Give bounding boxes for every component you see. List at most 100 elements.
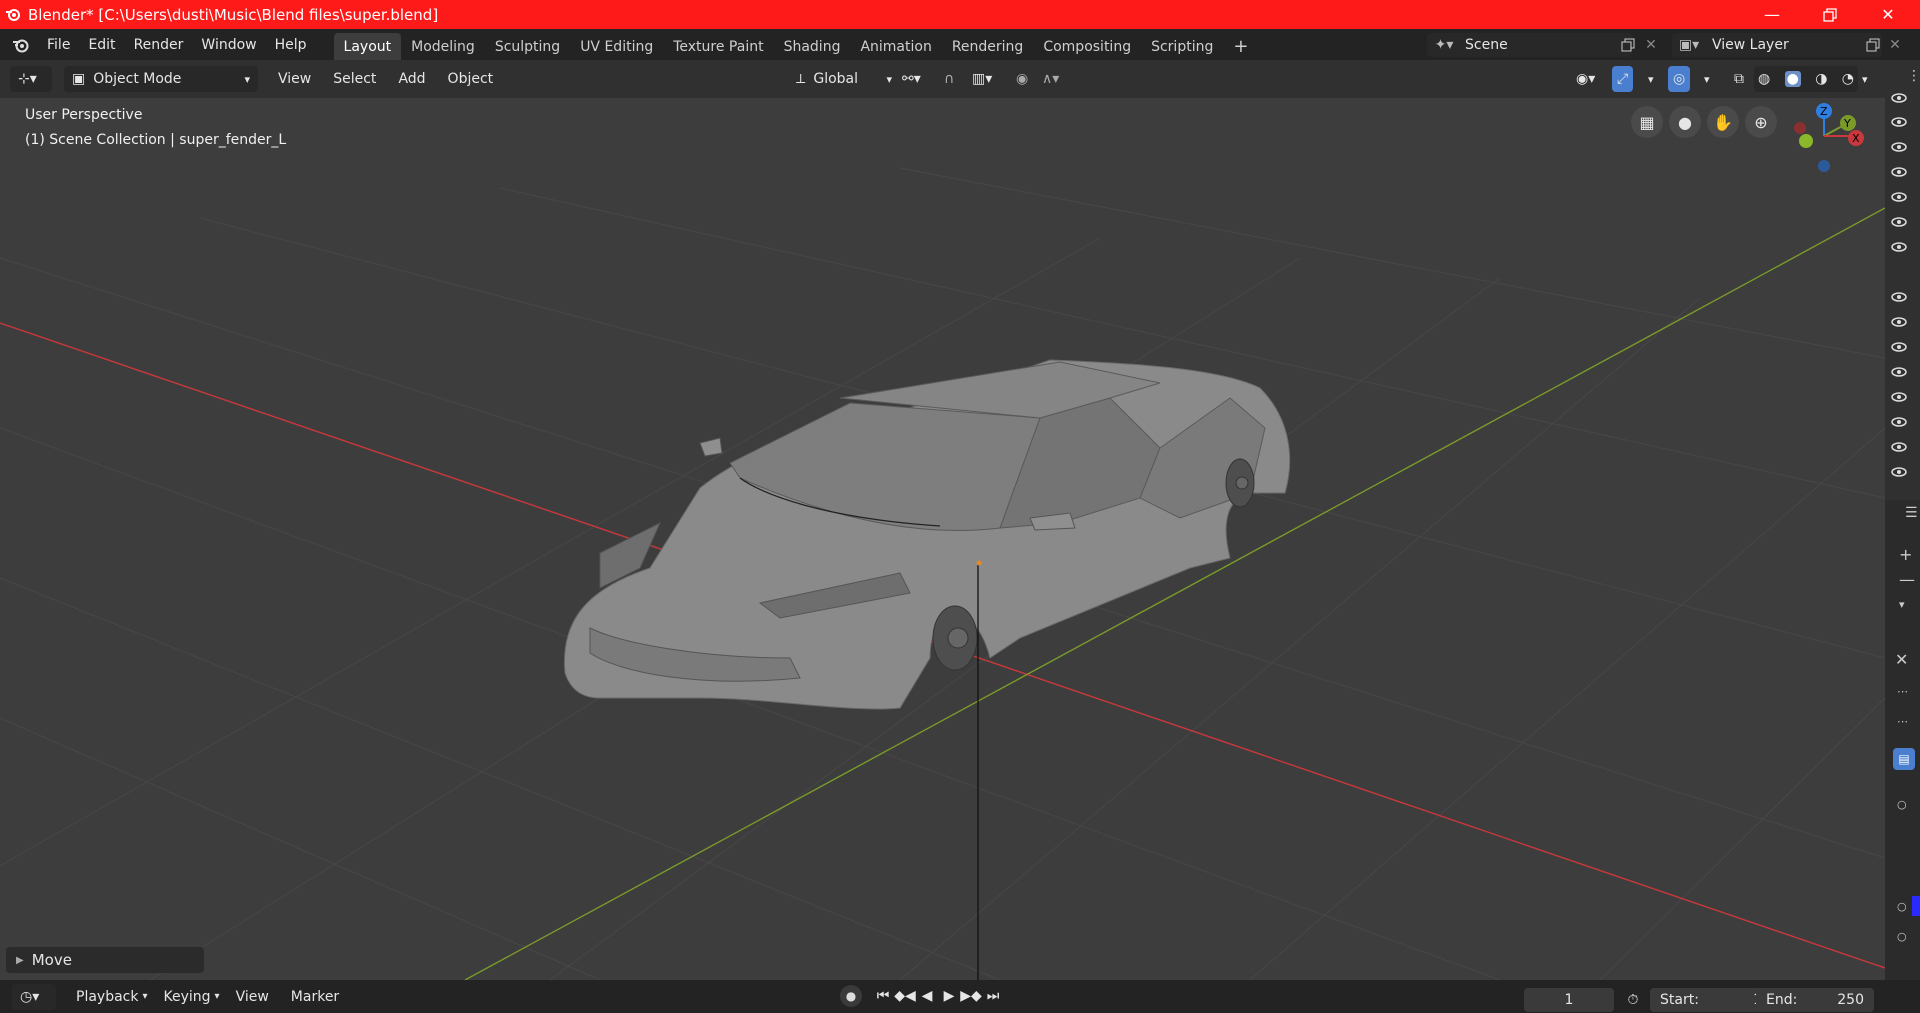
- shading-dropdown[interactable]: ▾: [1854, 66, 1876, 92]
- minus-icon[interactable]: —: [1899, 570, 1915, 589]
- visibility-toggle-eye-icon[interactable]: [1890, 191, 1908, 203]
- tab-scripting[interactable]: Scripting: [1141, 33, 1223, 60]
- wireframe-shading-icon[interactable]: ◍: [1758, 71, 1770, 87]
- pivot-point-button[interactable]: ⚯▾: [894, 66, 929, 92]
- visibility-selector[interactable]: ◉▾: [1568, 66, 1603, 92]
- menu-playback[interactable]: Playback ▾: [68, 984, 156, 1010]
- close-icon[interactable]: ✕: [1895, 650, 1908, 669]
- tab-sculpting[interactable]: Sculpting: [485, 33, 570, 60]
- visibility-toggle-eye-icon[interactable]: [1890, 416, 1908, 428]
- pan-view-button[interactable]: ✋: [1707, 106, 1739, 138]
- menu-timeline-view[interactable]: View: [228, 984, 277, 1010]
- menu-keying[interactable]: Keying ▾: [156, 984, 228, 1010]
- visibility-toggle-eye-icon[interactable]: [1890, 166, 1908, 178]
- visibility-toggle-eye-icon[interactable]: [1890, 92, 1908, 104]
- editor-type-button[interactable]: ⊹▾: [10, 66, 52, 92]
- close-window-button[interactable]: ✕: [1859, 0, 1917, 29]
- xray-toggle[interactable]: ⧉: [1726, 66, 1752, 92]
- scene-selector[interactable]: ✦▾ Scene: [1427, 33, 1632, 57]
- properties-editor-icon[interactable]: ☰: [1905, 505, 1918, 521]
- material-shading-icon[interactable]: ◑: [1815, 71, 1827, 87]
- radio-icon[interactable]: ○: [1897, 930, 1907, 943]
- menu-render[interactable]: Render: [125, 29, 193, 60]
- rendered-shading-icon[interactable]: ◔: [1842, 71, 1854, 87]
- delete-view-layer-button[interactable]: ✕: [1886, 33, 1904, 57]
- output-properties-icon[interactable]: ⋯: [1897, 715, 1908, 728]
- visibility-toggle-eye-icon[interactable]: [1890, 341, 1908, 353]
- radio-icon[interactable]: ○: [1897, 798, 1907, 811]
- visibility-toggle-eye-icon[interactable]: [1890, 141, 1908, 153]
- minimize-button[interactable]: —: [1743, 0, 1801, 29]
- render-properties-icon[interactable]: ⋯: [1897, 685, 1908, 698]
- menu-help[interactable]: Help: [266, 29, 316, 60]
- scene-name-field[interactable]: Scene: [1461, 37, 1508, 53]
- next-keyframe-button[interactable]: ▶◆: [960, 985, 982, 1007]
- jump-end-button[interactable]: ⏭: [982, 985, 1004, 1007]
- gizmo-toggle[interactable]: ⤢: [1612, 66, 1634, 92]
- tab-shading[interactable]: Shading: [774, 33, 851, 60]
- outliner-editor-icon[interactable]: ⋮: [1907, 68, 1920, 84]
- car-model[interactable]: [563, 359, 1291, 980]
- delete-scene-button[interactable]: ✕: [1642, 33, 1660, 57]
- menu-file[interactable]: File: [38, 29, 79, 60]
- visibility-toggle-eye-icon[interactable]: [1890, 466, 1908, 478]
- tab-texture-paint[interactable]: Texture Paint: [663, 33, 773, 60]
- overlays-toggle[interactable]: ◎: [1668, 66, 1691, 92]
- tab-uv-editing[interactable]: UV Editing: [570, 33, 663, 60]
- timeline-editor-type-button[interactable]: ◷▾: [12, 983, 56, 1010]
- visibility-toggle-eye-icon[interactable]: [1890, 116, 1908, 128]
- menu-view[interactable]: View: [270, 66, 319, 92]
- tab-compositing[interactable]: Compositing: [1033, 33, 1141, 60]
- record-button[interactable]: ●: [840, 985, 862, 1007]
- transform-orientation-selector[interactable]: ⟂ Global ▾: [788, 66, 900, 92]
- object-properties-icon[interactable]: ▤: [1893, 748, 1915, 770]
- visibility-toggle-eye-icon[interactable]: [1890, 241, 1908, 253]
- tab-modeling[interactable]: Modeling: [401, 33, 485, 60]
- view-layer-name-field[interactable]: View Layer: [1706, 37, 1789, 53]
- new-scene-button[interactable]: [1617, 33, 1639, 57]
- chevron-down-icon[interactable]: ▾: [1899, 598, 1905, 611]
- current-frame-field[interactable]: 1: [1524, 988, 1614, 1012]
- tab-rendering[interactable]: Rendering: [942, 33, 1034, 60]
- 3d-viewport[interactable]: User Perspective (1) Scene Collection | …: [0, 98, 1885, 980]
- visibility-toggle-eye-icon[interactable]: [1890, 391, 1908, 403]
- tab-layout[interactable]: Layout: [333, 33, 402, 60]
- use-preview-range-button[interactable]: ⏱: [1622, 988, 1644, 1012]
- new-view-layer-button[interactable]: [1862, 33, 1884, 57]
- jump-start-button[interactable]: ⏮: [872, 985, 894, 1007]
- visibility-toggle-eye-icon[interactable]: [1890, 291, 1908, 303]
- radio-icon[interactable]: ○: [1897, 900, 1907, 913]
- visibility-toggle-eye-icon[interactable]: [1890, 316, 1908, 328]
- view-layer-selector[interactable]: ▣▾ View Layer: [1672, 33, 1882, 57]
- menu-select[interactable]: Select: [325, 66, 384, 92]
- end-frame-field[interactable]: End: 250: [1756, 988, 1874, 1012]
- blender-menu-button[interactable]: [0, 29, 38, 60]
- navigation-gizmo[interactable]: Z Y X: [1782, 98, 1872, 188]
- solid-shading-icon[interactable]: ●: [1784, 71, 1801, 87]
- restore-button[interactable]: [1801, 0, 1859, 29]
- prev-keyframe-button[interactable]: ◆◀: [894, 985, 916, 1007]
- play-reverse-button[interactable]: ◀: [916, 985, 938, 1007]
- visibility-toggle-eye-icon[interactable]: [1890, 216, 1908, 228]
- menu-marker[interactable]: Marker: [283, 984, 347, 1010]
- mode-selector[interactable]: ▣ Object Mode ▾: [64, 66, 258, 92]
- menu-window[interactable]: Window: [192, 29, 265, 60]
- proportional-edit-toggle[interactable]: ◉: [1008, 66, 1036, 92]
- last-operator-panel[interactable]: ▶ Move: [6, 947, 204, 973]
- properties-panel[interactable]: ☰ + — ▾ ✕ ⋯ ⋯ ▤ ○ ○ ○: [1885, 500, 1920, 980]
- tab-animation[interactable]: Animation: [850, 33, 941, 60]
- snap-toggle[interactable]: ∩: [936, 66, 962, 92]
- gizmo-dropdown[interactable]: ▾: [1640, 66, 1662, 92]
- start-frame-field[interactable]: Start: 1: [1650, 988, 1772, 1012]
- toggle-camera-ortho-button[interactable]: ▦: [1631, 106, 1663, 138]
- menu-object[interactable]: Object: [440, 66, 502, 92]
- play-button[interactable]: ▶: [938, 985, 960, 1007]
- snap-settings-button[interactable]: ▥▾: [964, 66, 1000, 92]
- plus-icon[interactable]: +: [1899, 545, 1912, 564]
- proportional-falloff-button[interactable]: ∧▾: [1034, 66, 1067, 92]
- visibility-toggle-eye-icon[interactable]: [1890, 366, 1908, 378]
- overlays-dropdown[interactable]: ▾: [1696, 66, 1718, 92]
- menu-edit[interactable]: Edit: [79, 29, 124, 60]
- add-workspace-button[interactable]: +: [1223, 33, 1258, 60]
- zoom-view-button[interactable]: ⊕: [1745, 106, 1777, 138]
